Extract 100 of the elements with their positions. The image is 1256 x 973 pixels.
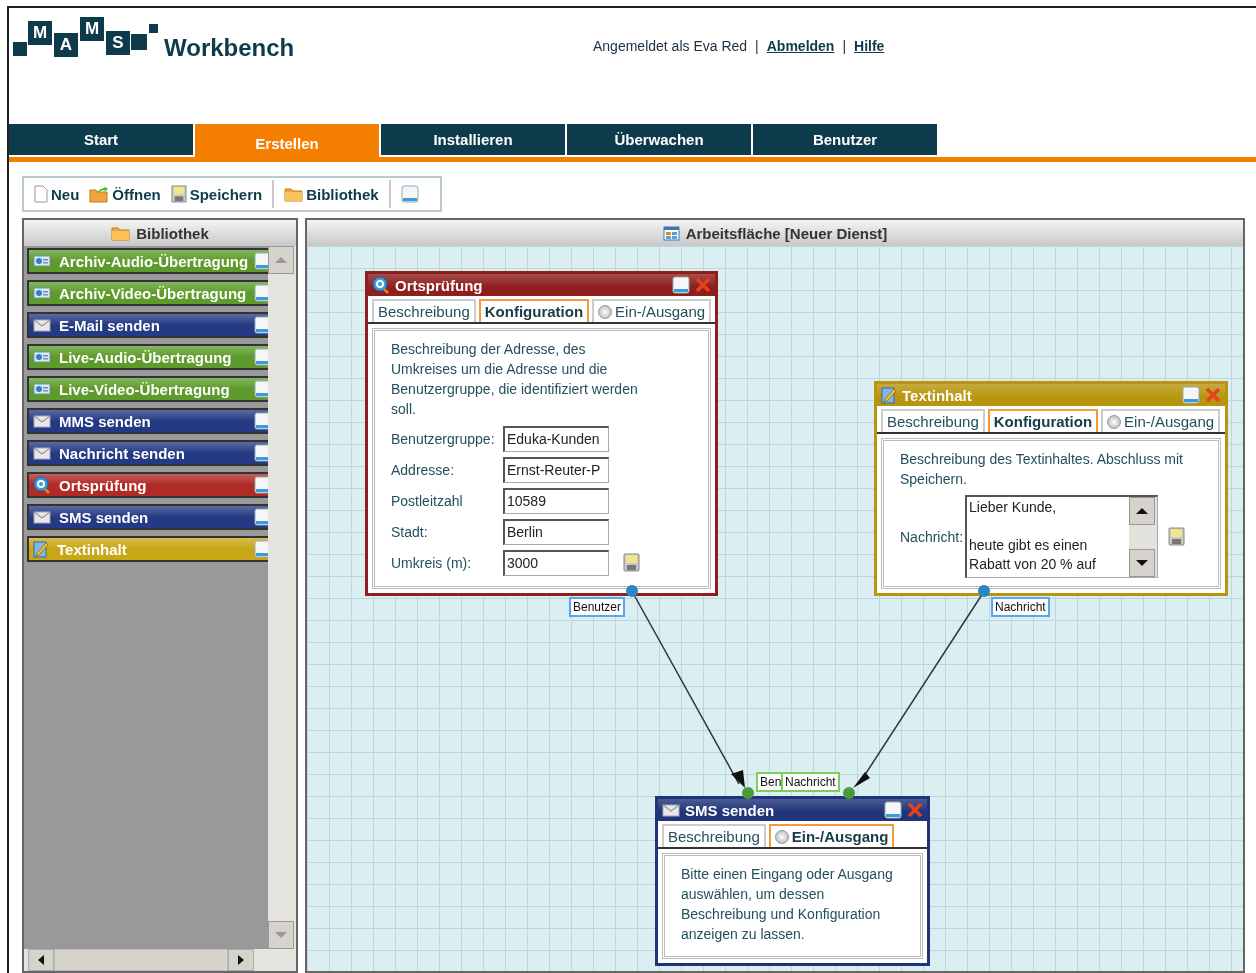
library-item-label: E-Mail senden: [59, 316, 160, 334]
scrollbar-thumb[interactable]: [54, 949, 228, 971]
library-item-label: Textinhalt: [57, 540, 127, 558]
window-icon[interactable]: [254, 476, 268, 494]
scroll-right-icon[interactable]: [228, 949, 254, 971]
node-tab[interactable]: Ein-/Ausgang: [1101, 409, 1221, 432]
node-tab[interactable]: Beschreibung: [662, 824, 766, 847]
field-label: Umkreis (m):: [391, 554, 473, 571]
library-item-label: Ortsprüfung: [59, 476, 147, 494]
toolbar-button[interactable]: Öffnen: [89, 185, 161, 203]
target-magnifier-icon: [33, 476, 51, 494]
node-title: Textinhalt: [902, 386, 972, 404]
input-field[interactable]: 3000: [503, 549, 609, 576]
library-item-label: Archiv-Audio-Übertragung: [59, 252, 249, 270]
logo-letter: A: [53, 32, 79, 58]
window-icon[interactable]: [254, 508, 268, 526]
library-item-label: Nachricht senden: [59, 444, 185, 462]
nav-tab[interactable]: Start: [9, 124, 193, 155]
port-label: Nachricht: [991, 597, 1050, 617]
output-port[interactable]: [978, 585, 990, 597]
description-text: Beschreibung der Adresse, des Umkreises um die Adresse und die Benutzergruppe, die identifiziert werden soll.: [391, 340, 639, 419]
library-item[interactable]: E-Mail senden: [27, 312, 268, 338]
node-tab[interactable]: Ein-/Ausgang: [768, 824, 895, 847]
service-node[interactable]: Textinhalt Beschreibung Konfiguration Ein-/Ausgang Beschreibung des Textinhaltes. Abschluss mit Speichern. Nachricht: Lieber Kunde, heute gibt es einen Rabatt von 20 % auf: [874, 381, 1228, 596]
notepad-pencil-icon: [33, 540, 49, 558]
folder-icon: [111, 225, 131, 241]
horizontal-scrollbar[interactable]: [24, 949, 296, 971]
description-text: Beschreibung des Textinhaltes. Abschluss mit Speichern.: [900, 450, 1184, 489]
close-icon[interactable]: [907, 802, 923, 818]
input-field[interactable]: Ernst-Reuter-P: [503, 456, 609, 483]
toolbar-button[interactable]: Speichern: [170, 185, 263, 203]
library-item[interactable]: Nachricht senden: [27, 440, 268, 466]
node-tab[interactable]: Konfiguration: [478, 299, 590, 322]
notepad-pencil-icon: [881, 386, 897, 404]
input-field[interactable]: 10589: [503, 487, 609, 514]
scroll-up-icon[interactable]: [1129, 497, 1156, 525]
logo-square: [149, 24, 158, 33]
media-icon: [33, 350, 51, 364]
toolbar-button[interactable]: Neu: [34, 185, 80, 203]
port-label: Nachricht: [781, 772, 840, 792]
node-tab[interactable]: Beschreibung: [881, 409, 985, 432]
envelope-icon: [33, 414, 51, 428]
logo-letter: S: [105, 30, 131, 56]
separator-text: |: [755, 38, 759, 54]
node-tab[interactable]: Ein-/Ausgang: [592, 299, 712, 322]
logo-square: [131, 34, 147, 50]
logo-wordmark: Workbench: [164, 34, 295, 62]
nav-tab[interactable]: Installieren: [381, 124, 565, 155]
toolbar-button[interactable]: Bibliothek: [284, 185, 379, 203]
library-item-label: Live-Video-Übertragung: [59, 380, 230, 398]
close-icon[interactable]: [695, 277, 711, 293]
nav-tab[interactable]: Überwachen: [567, 124, 751, 155]
service-node[interactable]: SMS senden Beschreibung Ein-/Ausgang Bitte einen Eingang oder Ausgang auswählen, um dessen Beschreibung und Konfiguration anzeigen zu lassen.: [655, 796, 930, 966]
window-icon[interactable]: [254, 380, 268, 398]
input-field[interactable]: Eduka-Kunden: [503, 425, 609, 452]
scroll-down-icon[interactable]: [1129, 549, 1156, 577]
field-label: Nachricht:: [900, 528, 964, 545]
port-label: Benutzer: [569, 597, 626, 617]
envelope-icon: [33, 446, 51, 460]
node-tab[interactable]: Konfiguration: [987, 409, 1099, 432]
window-icon[interactable]: [254, 252, 268, 270]
media-icon: [33, 286, 51, 300]
window-icon[interactable]: [254, 348, 268, 366]
window-icon[interactable]: [254, 444, 268, 462]
nav-tab[interactable]: Benutzer: [753, 124, 937, 155]
library-item-label: MMS senden: [59, 412, 151, 430]
media-icon: [33, 254, 51, 268]
message-field[interactable]: Lieber Kunde, heute gibt es einen Rabatt von 20 % auf: [965, 495, 1159, 578]
folder-arrow-icon: [89, 185, 110, 203]
library-item-label: Live-Audio-Übertragung: [59, 348, 232, 366]
service-node[interactable]: [365, 271, 718, 596]
target-magnifier-icon: [372, 276, 390, 294]
library-item[interactable]: MMS senden: [27, 408, 268, 434]
window-icon[interactable]: [254, 316, 268, 334]
minimize-icon[interactable]: [884, 801, 902, 819]
description-text: Bitte einen Eingang oder Ausgang auswählen, um dessen Beschreibung und Konfiguration anzeigen zu lassen.: [681, 865, 894, 944]
scroll-left-icon[interactable]: [28, 949, 54, 971]
minimize-icon[interactable]: [672, 276, 690, 294]
login-status: Angemeldet als Eva Red: [593, 38, 748, 54]
library-item-label: SMS senden: [59, 508, 149, 526]
window-icon[interactable]: [254, 284, 268, 302]
header-link[interactable]: Abmelden: [766, 38, 835, 54]
header-link[interactable]: Hilfe: [854, 38, 885, 54]
media-icon: [33, 382, 51, 396]
window-toggle-icon[interactable]: [400, 185, 419, 203]
field-label: Postleitzahl: [391, 492, 464, 509]
folder-icon: [284, 186, 304, 202]
logo-letter: M: [27, 20, 53, 46]
input-port[interactable]: [742, 787, 754, 799]
window-icon[interactable]: [254, 540, 268, 558]
grid-window-icon: [662, 225, 680, 241]
document-icon: [34, 185, 48, 203]
input-port[interactable]: [843, 787, 855, 799]
input-field[interactable]: Berlin: [503, 518, 609, 545]
separator-text: |: [842, 38, 847, 54]
library-item[interactable]: SMS senden: [27, 504, 268, 530]
output-port[interactable]: [626, 585, 638, 597]
node-tab[interactable]: Beschreibung: [372, 299, 476, 322]
library-item[interactable]: Ortsprüfung: [27, 472, 268, 498]
window-icon[interactable]: [254, 412, 268, 430]
